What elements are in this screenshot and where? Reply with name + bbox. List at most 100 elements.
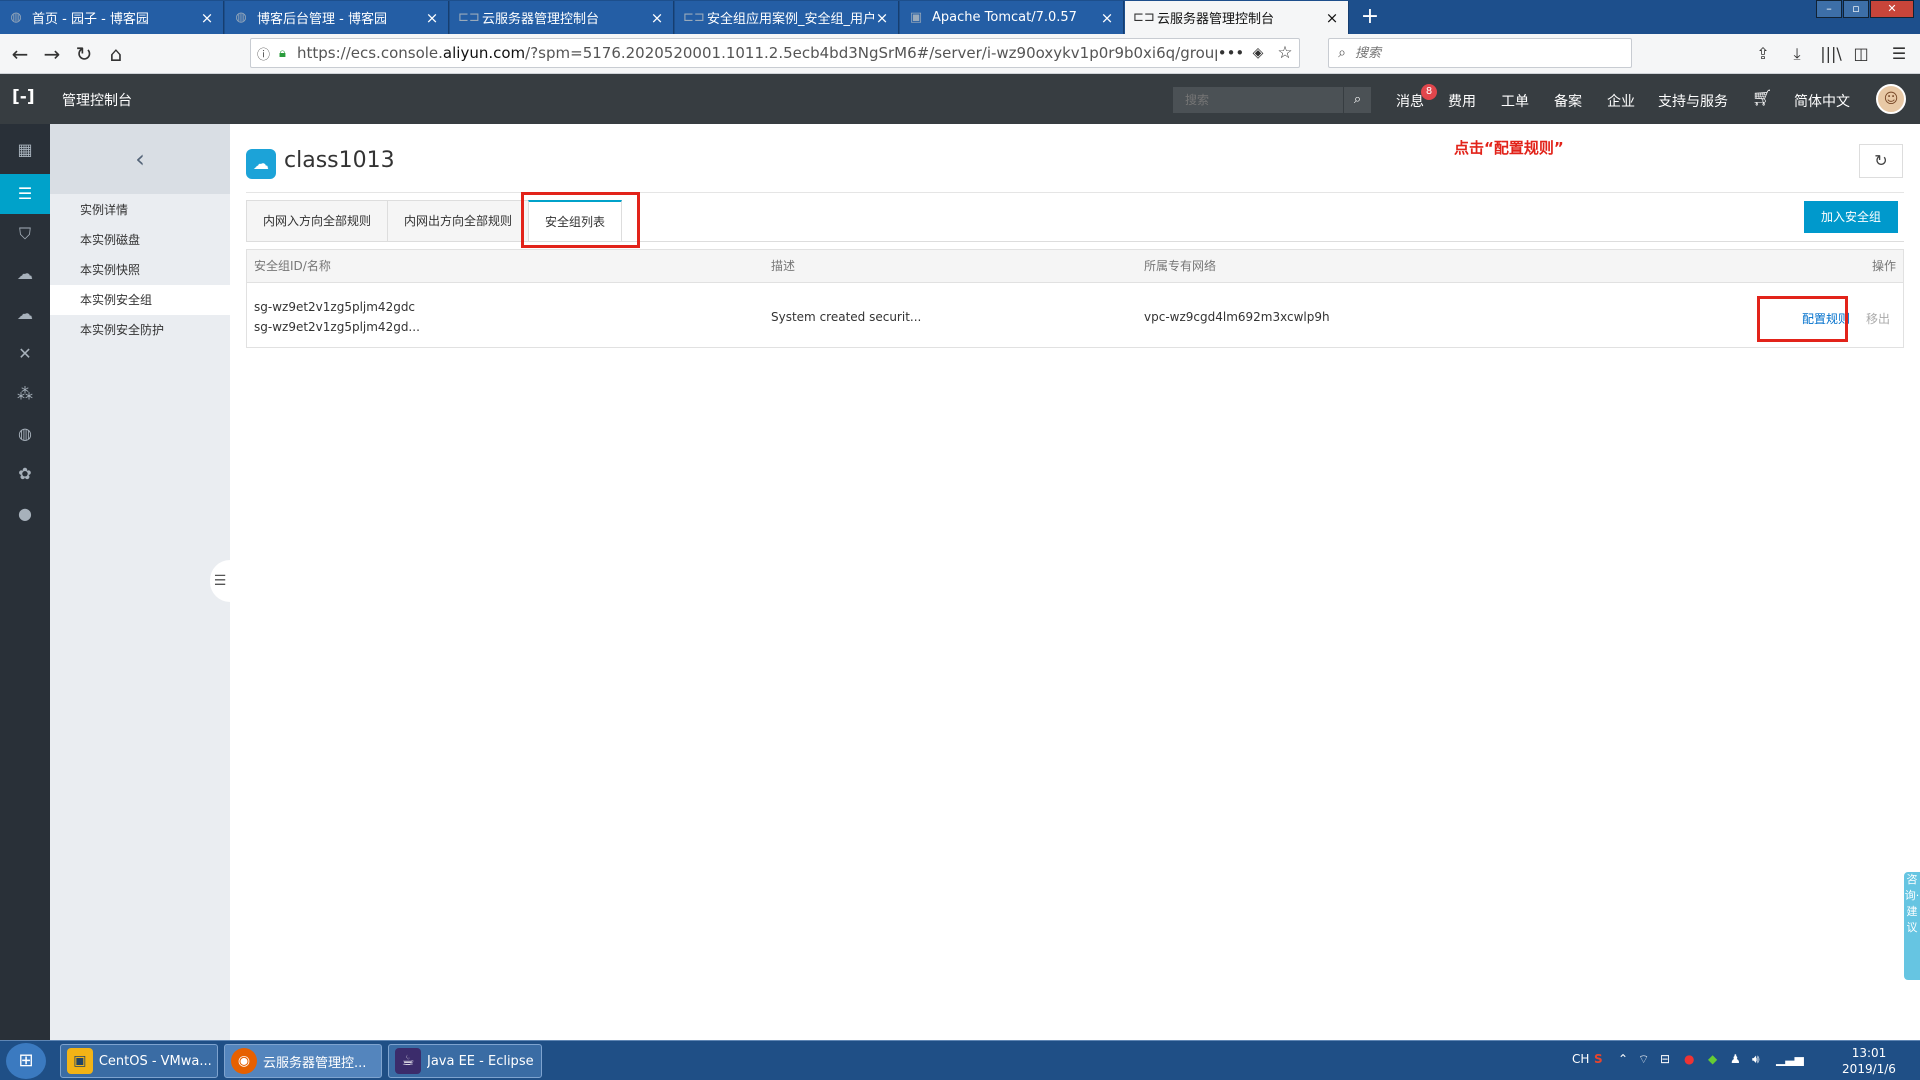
menu-support[interactable]: 支持与服务: [1658, 91, 1728, 111]
sidebar-item-security-groups[interactable]: 本实例安全组: [50, 285, 230, 315]
bookmark-star-icon[interactable]: ☆: [1271, 43, 1299, 63]
browser-tab[interactable]: ▣ Apache Tomcat/7.0.57 ×: [900, 1, 1124, 34]
sidebar-item-instance-details[interactable]: 实例详情: [50, 195, 230, 225]
new-tab-button[interactable]: +: [1356, 3, 1384, 31]
close-icon[interactable]: ×: [874, 9, 890, 27]
forward-arrow-icon[interactable]: →: [38, 40, 66, 68]
url-domain: aliyun.com: [442, 44, 526, 62]
page-title: class1013: [284, 148, 395, 173]
gear-cloud-icon[interactable]: ✿: [0, 454, 50, 494]
pocket-icon[interactable]: ◈: [1245, 45, 1271, 61]
sidebar-item-snapshots[interactable]: 本实例快照: [50, 255, 230, 285]
cnblogs-favicon-icon: ◍: [235, 9, 247, 25]
cloud-upload-icon[interactable]: ☁: [0, 294, 50, 334]
back-arrow-icon[interactable]: ←: [6, 40, 34, 68]
remove-link[interactable]: 移出: [1866, 310, 1890, 327]
sidebar-item-disks[interactable]: 本实例磁盘: [50, 225, 230, 255]
security-group-id[interactable]: sg-wz9et2v1zg5pljm42gdc: [254, 300, 415, 314]
tab-inbound-rules[interactable]: 内网入方向全部规则: [246, 200, 388, 242]
browser-tab[interactable]: ◍ 博客后台管理 - 博客园 ×: [225, 1, 449, 34]
taskbar-item-eclipse[interactable]: ☕︎ Java EE - Eclipse: [388, 1044, 542, 1078]
network-tray-icon[interactable]: ⊟: [1660, 1052, 1670, 1066]
browser-search-input[interactable]: [1355, 45, 1631, 61]
hamburger-menu-icon[interactable]: ☰: [1886, 42, 1912, 66]
chevron-left-icon[interactable]: ‹: [50, 124, 230, 194]
info-icon[interactable]: ⓘ: [257, 44, 279, 63]
system-clock[interactable]: 13:01 2019/1/6: [1836, 1045, 1902, 1077]
taskbar-item-vmware[interactable]: ▣ CentOS - VMwa...: [60, 1044, 218, 1078]
menu-icp[interactable]: 备案: [1554, 91, 1582, 111]
ime-indicator[interactable]: CH: [1572, 1052, 1589, 1066]
close-icon[interactable]: ×: [649, 9, 665, 27]
download-icon[interactable]: ⤓: [1784, 42, 1810, 66]
close-icon[interactable]: ×: [199, 9, 215, 27]
browser-tab[interactable]: ⊏⊐ 云服务器管理控制台 ×: [450, 1, 674, 34]
join-security-group-button[interactable]: 加入安全组: [1804, 201, 1898, 233]
close-window-button[interactable]: ✕: [1870, 0, 1914, 18]
column-header: 描述: [771, 259, 796, 273]
close-icon[interactable]: ×: [424, 9, 440, 27]
aliyun-favicon-icon: ⊏⊐: [458, 9, 480, 25]
url-rest: /?spm=5176.2020520001.1011.2.5ecb4bd3NgS…: [525, 44, 1217, 62]
windows-start-icon[interactable]: ⊞: [6, 1043, 46, 1079]
more-actions-icon[interactable]: •••: [1217, 44, 1245, 62]
close-icon[interactable]: ×: [1099, 9, 1115, 27]
url-text[interactable]: https://ecs.console.aliyun.com/?spm=5176…: [297, 44, 1217, 62]
minimize-button[interactable]: –: [1816, 0, 1842, 18]
close-icon[interactable]: ×: [1324, 9, 1340, 27]
refresh-button[interactable]: ↻: [1859, 144, 1903, 178]
circle-icon[interactable]: ●: [0, 494, 50, 534]
reload-icon[interactable]: ↻: [70, 40, 98, 68]
shield-icon[interactable]: ⛉: [0, 214, 50, 254]
lock-icon[interactable]: 🔒︎: [279, 46, 297, 61]
upload-icon[interactable]: ⇪: [1750, 42, 1776, 66]
security-group-description: System created securit...: [771, 310, 922, 324]
wifi-icon[interactable]: ⌔: [1638, 1052, 1649, 1067]
cart-icon[interactable]: 🛒︎: [1752, 88, 1772, 107]
menu-tickets[interactable]: 工单: [1501, 91, 1529, 111]
column-header: 安全组ID/名称: [254, 259, 331, 273]
signal-icon[interactable]: ▁▃▅: [1776, 1052, 1804, 1066]
annotation-highlight-box: [1757, 296, 1848, 342]
sidebar-item-security-protection[interactable]: 本实例安全防护: [50, 315, 230, 345]
aliyun-favicon-icon: ⊏⊐: [1133, 9, 1155, 25]
browser-tab[interactable]: ◍ 首页 - 园子 - 博客园 ×: [0, 1, 224, 34]
feedback-tab[interactable]: 咨询·建议: [1904, 872, 1920, 980]
menu-messages[interactable]: 消息: [1396, 91, 1424, 111]
browser-tab[interactable]: ⊏⊐ 安全组应用案例_安全组_用户指 ×: [675, 1, 899, 34]
qq-icon[interactable]: ♟: [1730, 1052, 1741, 1066]
maximize-button[interactable]: ▫: [1843, 0, 1869, 18]
network-icon[interactable]: ✕: [0, 334, 50, 374]
menu-enterprise[interactable]: 企业: [1607, 91, 1635, 111]
console-search-input[interactable]: [1173, 87, 1343, 113]
taskbar-item-firefox[interactable]: ◉ 云服务器管理控...: [224, 1044, 382, 1078]
volume-icon[interactable]: 🔊︎: [1752, 1052, 1760, 1067]
menu-billing[interactable]: 费用: [1448, 91, 1476, 111]
browser-tab-title: 首页 - 园子 - 博客园: [32, 12, 149, 27]
sidebar-toggle-icon[interactable]: ◫: [1848, 42, 1874, 66]
server-icon[interactable]: ☰: [0, 174, 50, 214]
console-title[interactable]: 管理控制台: [62, 90, 132, 110]
browser-tab-title: 博客后台管理 - 博客园: [257, 12, 387, 27]
aliyun-logo-icon[interactable]: [-]: [12, 87, 38, 111]
grid-icon[interactable]: ▦: [0, 130, 50, 170]
browser-tab-active[interactable]: ⊏⊐ 云服务器管理控制台 ×: [1125, 1, 1349, 34]
tab-outbound-rules[interactable]: 内网出方向全部规则: [387, 200, 529, 242]
home-icon[interactable]: ⌂: [102, 40, 130, 68]
address-bar[interactable]: ⓘ 🔒︎ https://ecs.console.aliyun.com/?spm…: [250, 38, 1300, 68]
avatar[interactable]: ☺: [1876, 84, 1906, 114]
sogou-icon[interactable]: S: [1594, 1052, 1603, 1066]
browser-search-box[interactable]: ⌕: [1328, 38, 1632, 68]
menu-language[interactable]: 简体中文: [1794, 91, 1850, 111]
update-tray-icon[interactable]: ◆: [1708, 1052, 1717, 1066]
security-group-name: sg-wz9et2v1zg5pljm42gd...: [254, 320, 420, 334]
aliyun-favicon-icon: ⊏⊐: [683, 9, 705, 25]
topology-icon[interactable]: ⁂: [0, 374, 50, 414]
security-tray-icon[interactable]: ●: [1684, 1052, 1694, 1066]
cloud-icon[interactable]: ☁: [0, 254, 50, 294]
tray-arrow-icon[interactable]: ⌃: [1618, 1052, 1628, 1066]
globe-icon[interactable]: ◍: [0, 414, 50, 454]
search-icon[interactable]: ⌕: [1343, 87, 1371, 113]
library-icon[interactable]: |||\: [1818, 42, 1844, 66]
browser-tab-title: 云服务器管理控制台: [482, 12, 600, 27]
